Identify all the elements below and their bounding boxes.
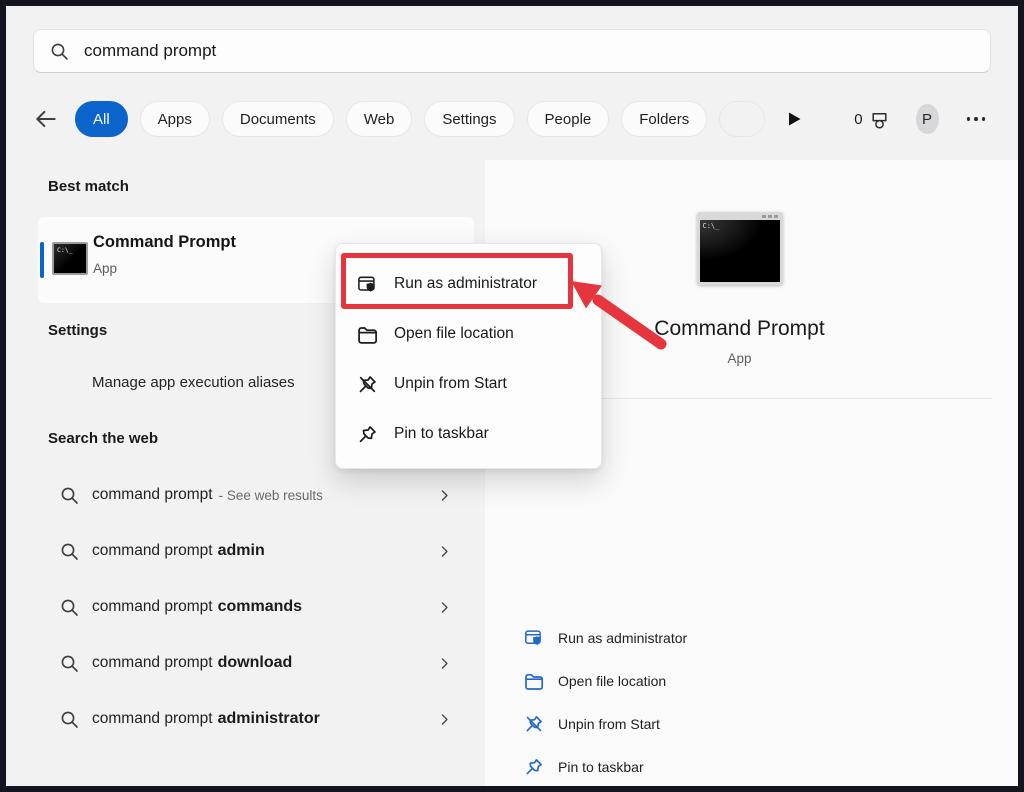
search-icon (60, 598, 79, 617)
suggestion-text: command prompt (92, 654, 213, 672)
back-button[interactable] (33, 106, 59, 132)
action-label: Run as administrator (558, 630, 687, 646)
tab-partial[interactable] (719, 101, 765, 137)
tab-documents-label: Documents (240, 111, 316, 128)
icon-window-controls (762, 215, 778, 218)
tab-web[interactable]: Web (346, 101, 413, 137)
more-options-button[interactable] (967, 117, 986, 121)
tab-folders[interactable]: Folders (621, 101, 707, 137)
web-suggestion-row[interactable]: command prompt admin (33, 523, 465, 579)
tab-people[interactable]: People (527, 101, 610, 137)
tab-all[interactable]: All (75, 101, 128, 137)
suggestion-bold: download (218, 654, 293, 672)
settings-heading: Settings (48, 322, 107, 339)
tab-apps-label: Apps (158, 111, 192, 128)
run-as-administrator-icon (357, 274, 378, 295)
action-unpin-from-start[interactable]: Unpin from Start (485, 702, 1018, 745)
menu-item-open-file-location[interactable]: Open file location (336, 309, 601, 359)
menu-item-run-as-administrator[interactable]: Run as administrator (336, 259, 601, 309)
pin-icon (357, 424, 378, 445)
rewards-badge[interactable]: 0 (854, 108, 889, 131)
search-flyout-window: command prompt All Apps Documents Web Se… (0, 0, 1024, 792)
chevron-right-icon (438, 601, 451, 614)
action-open-file-location[interactable]: Open file location (485, 659, 1018, 702)
action-run-as-administrator[interactable]: Run as administrator (485, 616, 1018, 659)
tab-people-label: People (545, 111, 592, 128)
suggestion-bold: admin (218, 542, 265, 560)
unpin-icon (524, 714, 544, 734)
tab-documents[interactable]: Documents (222, 101, 334, 137)
best-match-subtitle: App (93, 261, 117, 276)
web-suggestion-row[interactable]: command prompt administrator (33, 691, 465, 747)
menu-item-pin-to-taskbar[interactable]: Pin to taskbar (336, 409, 601, 459)
context-menu: Run as administrator Open file location … (335, 243, 602, 469)
preview-actions: Run as administrator Open file location … (485, 616, 1018, 788)
search-web-heading: Search the web (48, 430, 158, 447)
search-icon (50, 42, 69, 61)
suggestion-text: command prompt (92, 486, 213, 504)
rewards-medal-icon (869, 108, 890, 131)
menu-item-unpin-from-start[interactable]: Unpin from Start (336, 359, 601, 409)
tab-all-label: All (93, 111, 110, 128)
best-match-title: Command Prompt (93, 233, 236, 252)
suggestion-text: command prompt (92, 542, 213, 560)
folder-icon (524, 671, 544, 691)
folder-icon (357, 324, 378, 345)
chevron-right-icon (438, 489, 451, 502)
tab-apps[interactable]: Apps (140, 101, 210, 137)
tab-settings[interactable]: Settings (424, 101, 514, 137)
search-icon (60, 542, 79, 561)
pin-icon (524, 757, 544, 777)
settings-result-item[interactable]: Manage app execution aliases (92, 374, 295, 391)
search-input[interactable]: command prompt (33, 29, 991, 73)
menu-item-label: Run as administrator (394, 275, 537, 293)
scroll-tabs-right-icon[interactable] (787, 111, 802, 127)
search-icon (60, 486, 79, 505)
action-label: Unpin from Start (558, 716, 660, 732)
menu-item-label: Open file location (394, 325, 514, 343)
run-as-administrator-icon (524, 628, 544, 648)
chevron-right-icon (438, 713, 451, 726)
action-label: Pin to taskbar (558, 759, 644, 775)
suggestion-bold: commands (218, 598, 302, 616)
icon-screen: C:\_ (700, 220, 780, 282)
action-pin-to-taskbar[interactable]: Pin to taskbar (485, 745, 1018, 788)
suggestion-suffix: - See web results (219, 488, 323, 503)
best-match-heading: Best match (48, 178, 129, 195)
rewards-count: 0 (854, 111, 862, 128)
tab-folders-label: Folders (639, 111, 689, 128)
user-avatar[interactable]: P (916, 104, 939, 134)
avatar-initial: P (922, 111, 932, 128)
search-query-text: command prompt (84, 41, 216, 61)
chevron-right-icon (438, 657, 451, 670)
suggestion-bold: administrator (218, 710, 320, 728)
suggestion-text: command prompt (92, 598, 213, 616)
web-suggestion-row[interactable]: command prompt - See web results (33, 467, 465, 523)
command-prompt-icon-large: C:\_ (697, 212, 783, 285)
command-prompt-icon: C:\_ (52, 242, 88, 275)
filter-tabs-bar: All Apps Documents Web Settings People F… (33, 98, 991, 140)
action-label: Open file location (558, 673, 666, 689)
web-suggestion-row[interactable]: command prompt commands (33, 579, 465, 635)
unpin-icon (357, 374, 378, 395)
tab-settings-label: Settings (442, 111, 496, 128)
selection-accent-bar (40, 242, 44, 278)
tab-web-label: Web (364, 111, 395, 128)
search-icon (60, 710, 79, 729)
search-icon (60, 654, 79, 673)
menu-item-label: Pin to taskbar (394, 425, 489, 443)
suggestion-text: command prompt (92, 710, 213, 728)
menu-item-label: Unpin from Start (394, 375, 507, 393)
chevron-right-icon (438, 545, 451, 558)
web-suggestion-row[interactable]: command prompt download (33, 635, 465, 691)
